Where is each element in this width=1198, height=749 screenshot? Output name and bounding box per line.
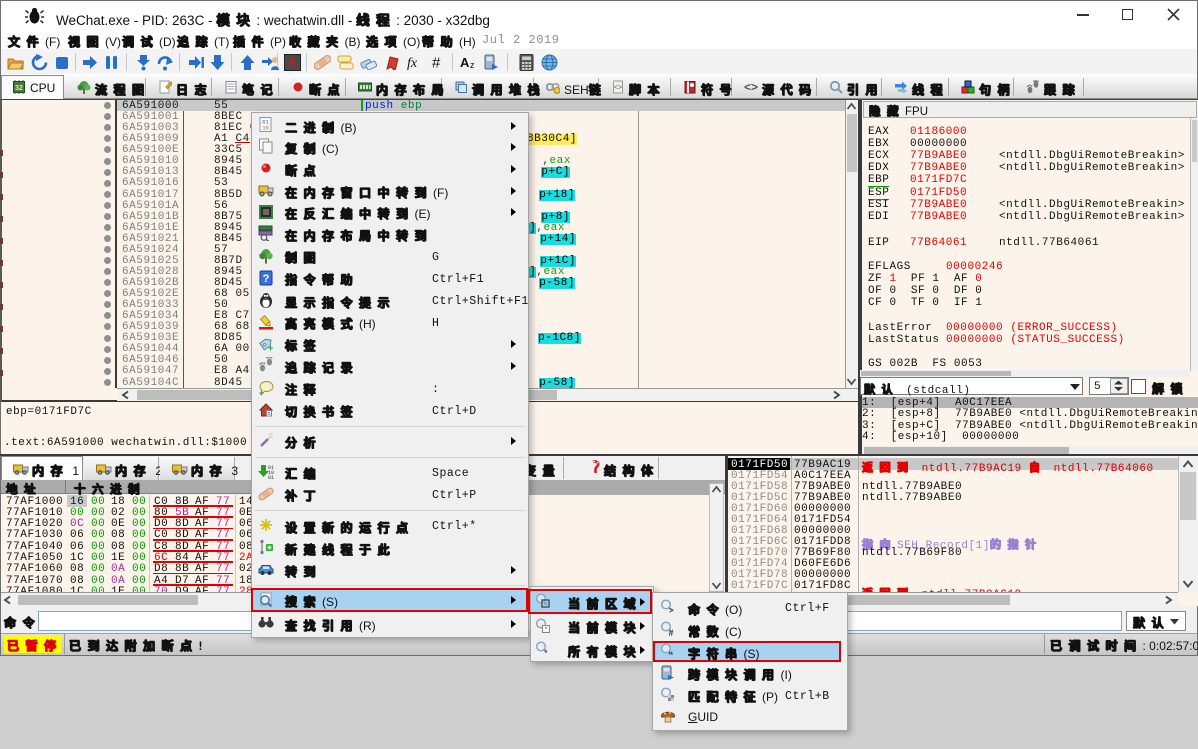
svg-text:fx: fx [407,56,418,70]
svg-text:>: > [669,606,674,615]
svg-text:<>: <> [744,80,758,94]
svg-text:+: + [268,343,273,351]
svg-text:32: 32 [15,85,23,92]
svg-text:01: 01 [268,475,274,480]
svg-text:*: * [544,648,548,657]
svg-text:n: n [267,411,270,417]
svg-text:10: 10 [262,125,269,132]
svg-text:#: # [669,628,674,637]
svg-text:#: # [432,55,441,70]
svg-text:A: A [460,55,470,70]
svg-text:z: z [470,60,475,70]
svg-text:<>: <> [614,85,622,92]
svg-text:S: S [289,55,296,70]
svg-text:+: + [259,388,264,396]
svg-text:“: “ [668,650,674,659]
svg-text:?: ? [263,273,270,285]
svg-text:*: * [545,627,548,634]
